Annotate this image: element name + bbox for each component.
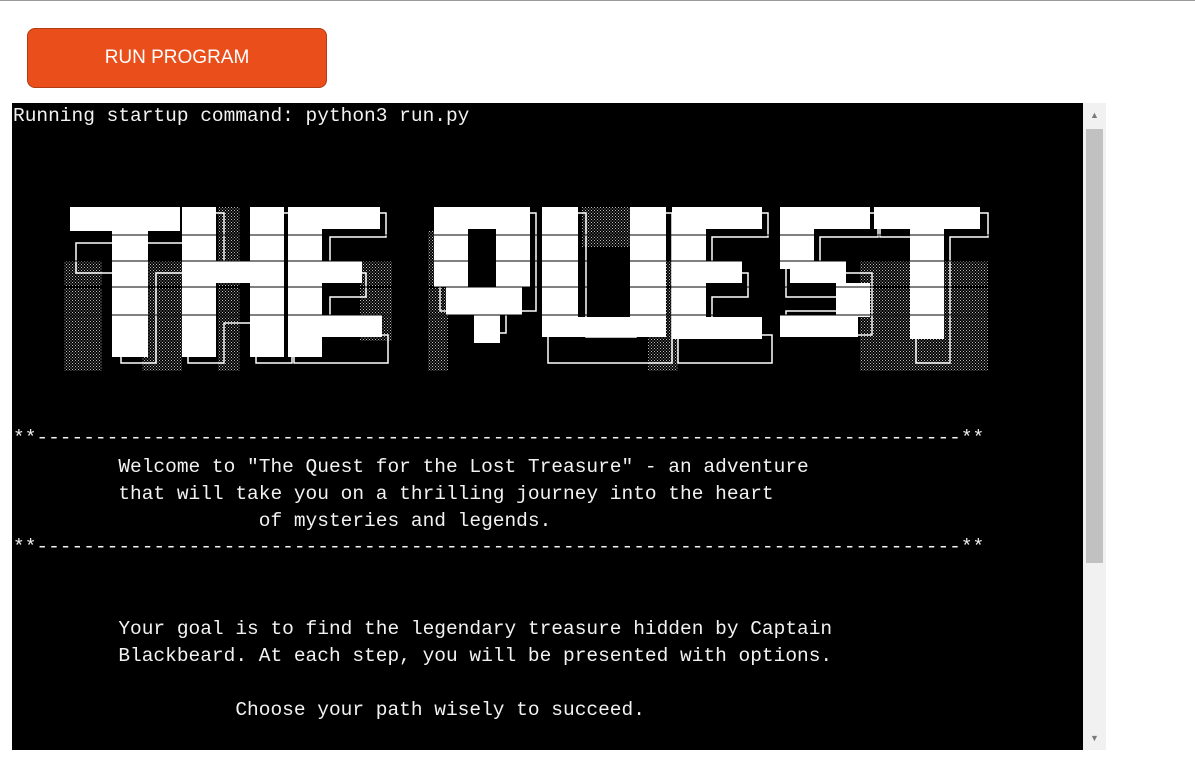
welcome-line-2: that will take you on a thrilling journe… xyxy=(13,483,774,505)
choose-path-line: Choose your path wisely to succeed. xyxy=(13,699,645,721)
run-program-button[interactable]: RUN PROGRAM xyxy=(27,28,327,88)
welcome-line-1: Welcome to "The Quest for the Lost Treas… xyxy=(13,456,809,478)
welcome-line-3: of mysteries and legends. xyxy=(13,510,552,532)
terminal-window[interactable]: Running startup command: python3 run.py xyxy=(12,103,1083,750)
top-divider xyxy=(0,0,1195,1)
divider-top: **--------------------------------------… xyxy=(13,427,985,449)
terminal-scrollbar[interactable]: ▲ ▼ xyxy=(1083,103,1106,750)
goal-line-2: Blackbeard. At each step, you will be pr… xyxy=(13,645,833,667)
scroll-down-icon[interactable]: ▼ xyxy=(1083,726,1106,750)
scrollbar-thumb[interactable] xyxy=(1086,129,1103,563)
scroll-up-icon[interactable]: ▲ xyxy=(1083,103,1106,127)
banner-letters xyxy=(70,207,980,357)
startup-command-line: Running startup command: python3 run.py xyxy=(13,105,470,127)
goal-line-1: Your goal is to find the legendary treas… xyxy=(13,618,833,640)
the-quest-ascii-banner xyxy=(60,207,990,371)
divider-bottom: **--------------------------------------… xyxy=(13,536,985,558)
